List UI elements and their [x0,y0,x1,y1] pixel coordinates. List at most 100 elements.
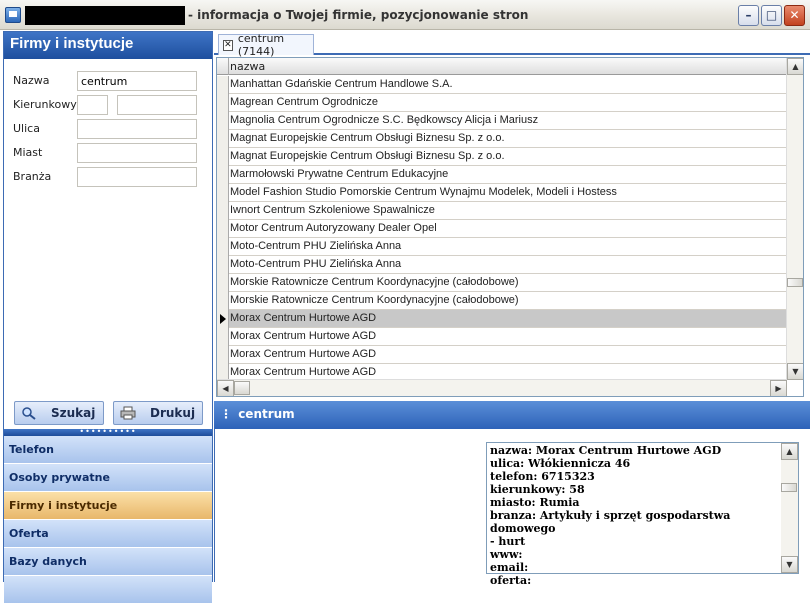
row-header[interactable] [217,202,229,220]
grip-icon: ⋮ [220,407,232,421]
details-scroll-thumb[interactable] [781,483,797,492]
column-header-nazwa[interactable]: nazwa [230,60,265,73]
row-header[interactable] [217,166,229,184]
close-button[interactable]: ✕ [784,5,805,26]
grid-horizontal-scrollbar[interactable]: ◀ ▶ [217,379,787,396]
table-row[interactable]: Morskie Ratownicze Centrum Koordynacyjne… [217,292,787,310]
ulica-label: Ulica [13,122,40,135]
table-row[interactable]: Marmołowski Prywatne Centrum Edukacyjne [217,166,787,184]
panel-title: Firmy i instytucje [4,32,212,59]
row-name-cell: Morax Centrum Hurtowe AGD [230,312,377,324]
panel-splitter[interactable]: •••••••••• [4,428,212,436]
table-row[interactable]: Magrean Centrum Ogrodnicze [217,94,787,112]
detail-line: nazwa: Morax Centrum Hurtowe AGD [490,444,722,457]
row-header[interactable] [217,112,229,130]
scroll-down-icon[interactable]: ▼ [787,363,803,380]
printer-icon [120,406,136,420]
row-header-corner [217,58,229,75]
details-scroll-up-icon[interactable]: ▲ [781,443,798,460]
record-details-box[interactable]: nazwa: Morax Centrum Hurtowe AGD ulica: W… [486,442,799,587]
row-header[interactable] [217,328,229,346]
search-button[interactable]: Szukaj [14,401,104,425]
print-button[interactable]: Drukuj [113,401,203,425]
row-header[interactable] [217,76,229,94]
row-name-cell: Manhattan Gdańskie Centrum Handlowe S.A. [230,78,453,90]
detail-header: ⋮ centrum [214,401,810,429]
scroll-up-icon[interactable]: ▲ [787,58,803,75]
details-vertical-scrollbar[interactable]: ▲ ▼ [781,443,798,573]
table-row[interactable]: Moto-Centrum PHU Zielińska Anna [217,256,787,274]
grid-header: nazwa [217,58,787,75]
maximize-button[interactable]: □ [761,5,782,26]
row-name-cell: Morax Centrum Hurtowe AGD [230,330,377,342]
search-panel: Firmy i instytucje Nazwa centrum Kierunk… [3,31,213,603]
current-row-indicator[interactable] [217,310,229,328]
hscroll-thumb[interactable] [234,381,250,395]
row-header[interactable] [217,292,229,310]
search-icon [22,407,36,420]
table-row[interactable]: Magnat Europejskie Centrum Obsługi Bizne… [217,130,787,148]
row-name-cell: Moto-Centrum PHU Zielińska Anna [230,258,402,270]
row-header[interactable] [217,148,229,166]
row-name-cell: Magnat Europejskie Centrum Obsługi Bizne… [230,150,505,162]
detail-title: centrum [238,407,295,421]
nav-item-oferta[interactable]: Oferta [4,520,212,548]
nav-item-telefon[interactable]: Telefon [4,436,212,464]
app-icon[interactable] [5,7,21,23]
tab-centrum[interactable]: ✕ centrum (7144) [218,32,314,58]
kierunkowy-field[interactable] [77,95,108,115]
title-bar: - informacja o Twojej firmie, pozycjonow… [0,0,810,30]
table-row[interactable]: Iwnort Centrum Szkoleniowe Spawalnicze [217,202,787,220]
row-header[interactable] [217,184,229,202]
row-name-cell: Motor Centrum Autoryzowany Dealer Opel [230,222,437,234]
nav-item-bazy-danych[interactable]: Bazy danych [4,548,212,576]
branza-field[interactable] [77,167,197,187]
tab-label: centrum (7144) [237,32,285,58]
table-row[interactable]: Model Fashion Studio Pomorskie Centrum W… [217,184,787,202]
kierunkowy-label: Kierunkowy [13,98,77,111]
row-header[interactable] [217,220,229,238]
miast-field[interactable] [77,143,197,163]
row-name-cell: Model Fashion Studio Pomorskie Centrum W… [230,186,617,198]
nazwa-field[interactable]: centrum [77,71,197,91]
print-button-label: Drukuj [150,406,196,420]
tab-close-icon[interactable]: ✕ [223,39,233,51]
table-row[interactable]: Morax Centrum Hurtowe AGD [217,328,787,346]
ulica-field[interactable] [77,119,197,139]
detail-line: ulica: Włókiennicza 46 [490,457,631,470]
row-header[interactable] [217,94,229,112]
tab-strip: ✕ centrum (7144) [214,31,810,58]
grid-vertical-scrollbar[interactable]: ▲ ▼ [786,58,803,380]
detail-panel: nazwa: Morax Centrum Hurtowe AGD ulica: W… [214,429,810,587]
table-row[interactable]: Morax Centrum Hurtowe AGD [217,310,787,328]
row-header[interactable] [217,256,229,274]
row-header[interactable] [217,130,229,148]
minimize-button[interactable]: – [738,5,759,26]
branza-label: Branża [13,170,52,183]
window-title: - informacja o Twojej firmie, pozycjonow… [188,8,529,22]
table-row[interactable]: Morax Centrum Hurtowe AGD [217,346,787,364]
results-grid: nazwa Manhattan Gdańskie Centrum Handlow… [216,57,804,397]
table-row[interactable]: Magnat Europejskie Centrum Obsługi Bizne… [217,148,787,166]
scroll-left-icon[interactable]: ◀ [217,380,234,396]
record-details-text: nazwa: Morax Centrum Hurtowe AGD ulica: W… [490,444,782,587]
row-header[interactable] [217,346,229,364]
scroll-thumb[interactable] [787,278,803,287]
table-row[interactable]: Motor Centrum Autoryzowany Dealer Opel [217,220,787,238]
table-row[interactable]: Manhattan Gdańskie Centrum Handlowe S.A. [217,76,787,94]
nav-item-osoby-prywatne[interactable]: Osoby prywatne [4,464,212,492]
row-name-cell: Morax Centrum Hurtowe AGD [230,366,377,378]
phone-field[interactable] [117,95,197,115]
row-name-cell: Magrean Centrum Ogrodnicze [230,96,378,108]
row-name-cell: Morax Centrum Hurtowe AGD [230,348,377,360]
table-row[interactable]: Magnolia Centrum Ogrodnicze S.C. Będkows… [217,112,787,130]
row-header[interactable] [217,238,229,256]
redacted-app-name [25,6,185,25]
details-scroll-down-icon[interactable]: ▼ [781,556,798,573]
table-row[interactable]: Moto-Centrum PHU Zielińska Anna [217,238,787,256]
table-row[interactable]: Morskie Ratownicze Centrum Koordynacyjne… [217,274,787,292]
nav-item-firmy-i-instytucje[interactable]: Firmy i instytucje [4,492,212,520]
scroll-right-icon[interactable]: ▶ [770,380,787,396]
row-header[interactable] [217,274,229,292]
row-name-cell: Marmołowski Prywatne Centrum Edukacyjne [230,168,449,180]
